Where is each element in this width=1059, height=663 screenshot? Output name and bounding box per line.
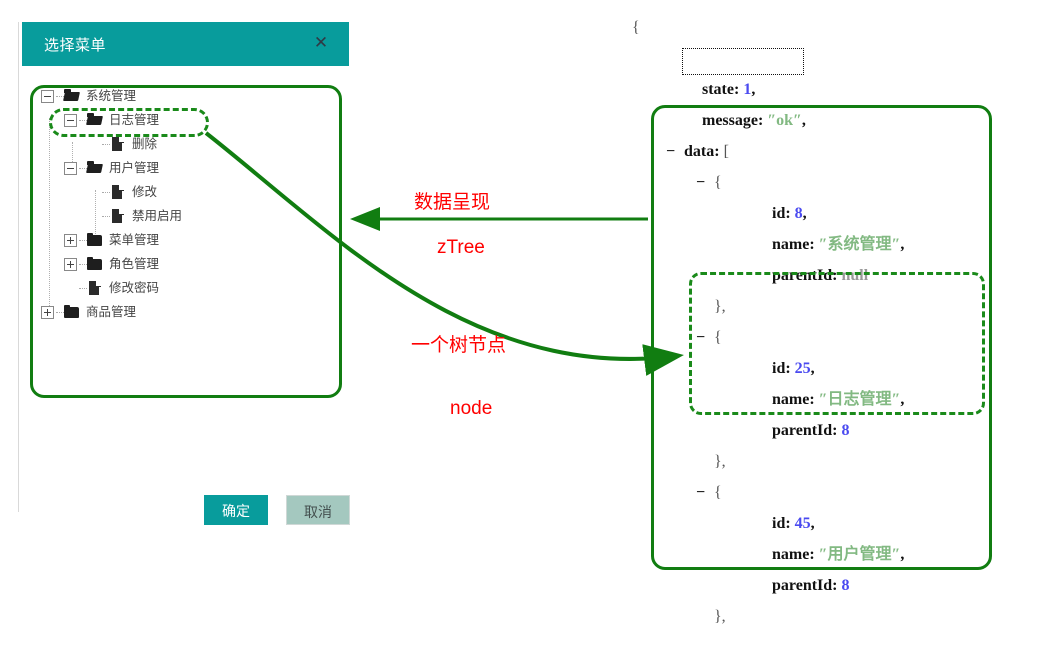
close-icon[interactable]: ✕	[311, 33, 331, 53]
tree-expand-toggle[interactable]	[41, 305, 54, 319]
json-response-panel: { state: 1, message: ″ok″, − data: [ − {…	[628, 12, 1048, 625]
tree-node-row[interactable]: 角色管理	[41, 252, 331, 276]
tree-connector-icon	[79, 258, 87, 271]
doc-icon	[110, 209, 126, 223]
tree-expand-toggle[interactable]	[64, 161, 77, 175]
tree-node-label: 日志管理	[109, 113, 160, 127]
tree-expand-toggle[interactable]	[87, 138, 100, 151]
tree-node-label: 修改	[132, 185, 158, 199]
tree-node-row[interactable]: 修改密码	[41, 276, 331, 300]
tree-expand-toggle[interactable]	[64, 113, 77, 127]
tree-node-row[interactable]: 商品管理	[41, 300, 331, 324]
tree-expand-toggle[interactable]	[64, 233, 77, 247]
json-data-open-bracket: [	[723, 143, 729, 160]
json-name-value: ″日志管理″	[818, 391, 901, 408]
cancel-button[interactable]: 取消	[286, 495, 350, 525]
folder-open-icon	[87, 161, 103, 175]
tree-node-row[interactable]: 删除	[41, 132, 331, 156]
json-parent-value: 8	[841, 577, 850, 594]
tree-node-row[interactable]: 系统管理	[41, 84, 331, 108]
annotation-ztree: zTree	[437, 237, 485, 258]
tree-node-label: 系统管理	[86, 89, 137, 103]
json-parent-value: null	[841, 267, 869, 284]
tree-node-label: 角色管理	[109, 257, 160, 271]
tree-node-label: 用户管理	[109, 161, 160, 175]
folder-icon	[64, 305, 80, 319]
json-parent-value: 8	[841, 422, 850, 439]
folder-icon	[87, 257, 103, 271]
annotation-data-presentation: 数据呈现	[414, 192, 491, 213]
dialog-header: 选择菜单 ✕	[22, 22, 349, 66]
json-open-brace: {	[632, 19, 640, 36]
tree-connector-icon	[102, 138, 110, 151]
json-message-value: ″ok″	[767, 112, 802, 129]
page-title: 选择菜单	[44, 37, 107, 54]
tree-connector-icon	[79, 282, 87, 295]
folder-icon	[87, 233, 103, 247]
annotation-node: node	[450, 398, 493, 419]
state-field-highlight	[682, 48, 804, 75]
json-id-value: 45	[794, 515, 811, 532]
json-name-line: name: ″日志管理″,	[772, 391, 905, 408]
tree-expand-toggle[interactable]	[87, 186, 100, 199]
doc-icon	[110, 185, 126, 199]
tree-expand-toggle[interactable]	[64, 282, 77, 295]
json-name-value: ″用户管理″	[818, 546, 901, 563]
json-message-key: message:	[702, 112, 764, 129]
confirm-button[interactable]: 确定	[204, 495, 268, 525]
json-name-value: ″系统管理″	[818, 236, 901, 253]
tree-node-label: 菜单管理	[109, 233, 160, 247]
folder-open-icon	[64, 89, 80, 103]
json-name-line: name: ″用户管理″,	[772, 546, 905, 563]
tree-node-label: 禁用启用	[132, 209, 183, 223]
json-item-open[interactable]: − {	[628, 446, 1048, 501]
tree-expand-toggle[interactable]	[41, 89, 54, 103]
tree-connector-icon	[79, 234, 87, 247]
folder-open-icon	[87, 113, 103, 127]
json-id-value: 8	[794, 205, 803, 222]
doc-icon	[87, 281, 103, 295]
tree-connector-icon	[56, 306, 64, 319]
collapse-toggle-icon[interactable]: −	[696, 322, 710, 353]
json-data-key: data:	[684, 143, 720, 160]
tree-node-row[interactable]: 日志管理	[41, 108, 331, 132]
collapse-toggle-icon[interactable]: −	[696, 477, 710, 508]
tree-connector-icon	[102, 210, 110, 223]
tree-expand-toggle[interactable]	[87, 210, 100, 223]
tree-node-label: 商品管理	[86, 305, 137, 319]
annotation-tree-node: 一个树节点	[411, 335, 507, 356]
collapse-toggle-icon[interactable]: −	[666, 136, 680, 167]
tree-node-row[interactable]: 用户管理	[41, 156, 331, 180]
tree-connector-icon	[102, 186, 110, 199]
tree-node-label: 修改密码	[109, 281, 160, 295]
tree-node-row[interactable]: 菜单管理	[41, 228, 331, 252]
doc-icon	[110, 137, 126, 151]
tree-node-row[interactable]: 禁用启用	[41, 204, 331, 228]
collapse-toggle-icon[interactable]: −	[696, 167, 710, 198]
json-state-key: state:	[702, 81, 740, 98]
json-item-open[interactable]: − {	[628, 291, 1048, 346]
tree-node-label: 删除	[132, 137, 158, 151]
tree-node-row[interactable]: 修改	[41, 180, 331, 204]
tree-expand-toggle[interactable]	[64, 257, 77, 271]
json-name-line: name: ″系统管理″,	[772, 236, 905, 253]
json-id-value: 25	[794, 360, 811, 377]
select-menu-dialog: 选择菜单 ✕ 系统管理 日志管理 删除 用户管理 修改 禁用启用 菜单管理 角色…	[18, 22, 350, 525]
menu-tree[interactable]: 系统管理 日志管理 删除 用户管理 修改 禁用启用 菜单管理 角色管理 修改密码…	[41, 84, 331, 324]
